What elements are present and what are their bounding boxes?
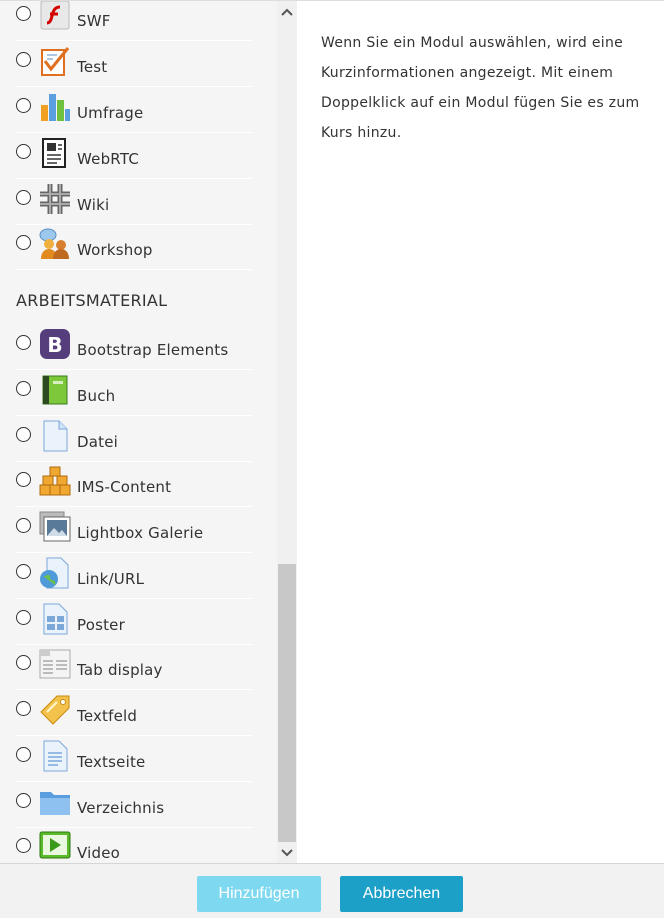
module-list-pane: SWF Test Umfrage WebRTC Wiki Workshop AR… [0, 1, 297, 864]
scrollbar-thumb[interactable] [278, 564, 296, 842]
option-wiki[interactable]: Wiki [15, 179, 253, 225]
chevron-down-icon [281, 849, 293, 857]
module-list: SWF Test Umfrage WebRTC Wiki Workshop AR… [0, 1, 277, 864]
bar-chart-icon [39, 91, 71, 123]
option-workshop[interactable]: Workshop [15, 224, 253, 270]
option-label: Lightbox Galerie [77, 524, 204, 542]
page-icon [39, 740, 71, 772]
video-play-icon [39, 831, 71, 863]
option-link-url[interactable]: Link/URL [15, 553, 253, 599]
label-tag-icon [39, 694, 71, 726]
radio-button[interactable] [16, 98, 31, 113]
image-gallery-icon [39, 511, 71, 543]
option-label: Textseite [77, 753, 146, 771]
option-datei[interactable]: Datei [15, 416, 253, 462]
option-label: IMS-Content [77, 478, 172, 496]
svg-text:B: B [47, 333, 62, 357]
activity-chooser: SWF Test Umfrage WebRTC Wiki Workshop AR… [0, 0, 664, 864]
globe-link-icon [39, 557, 71, 589]
chevron-up-icon [281, 8, 293, 16]
radio-button[interactable] [16, 190, 31, 205]
option-label: Bootstrap Elements [77, 341, 229, 359]
section-title-resources: ARBEITSMATERIAL [16, 291, 168, 310]
poster-icon [39, 603, 71, 635]
option-verzeichnis[interactable]: Verzeichnis [15, 782, 253, 828]
option-label: Wiki [77, 196, 110, 214]
option-test[interactable]: Test [15, 41, 253, 87]
radio-button[interactable] [16, 235, 31, 250]
radio-button[interactable] [16, 564, 31, 579]
option-buch[interactable]: Buch [15, 370, 253, 416]
option-video[interactable]: Video [15, 827, 253, 864]
radio-button[interactable] [16, 655, 31, 670]
option-label: Video [77, 844, 121, 862]
radio-button[interactable] [16, 747, 31, 762]
option-textfeld[interactable]: Textfeld [15, 690, 253, 736]
option-ims-content[interactable]: IMS-Content [15, 461, 253, 507]
document-icon [39, 137, 71, 169]
module-info-text: Wenn Sie ein Modul auswählen, wird eine … [321, 35, 640, 141]
option-label: Test [77, 58, 108, 76]
cancel-button[interactable]: Abbrechen [340, 876, 463, 912]
option-umfrage[interactable]: Umfrage [15, 87, 253, 133]
option-textseite[interactable]: Textseite [15, 736, 253, 782]
bootstrap-icon: B [39, 328, 71, 360]
option-poster[interactable]: Poster [15, 599, 253, 645]
boxes-icon [39, 465, 71, 497]
module-list-scrollbar[interactable] [277, 1, 297, 864]
option-label: WebRTC [77, 150, 139, 168]
add-button[interactable]: Hinzufügen [197, 876, 321, 912]
option-label: Datei [77, 433, 119, 451]
option-label: Link/URL [77, 570, 145, 588]
option-lightbox-galerie[interactable]: Lightbox Galerie [15, 507, 253, 553]
radio-button[interactable] [16, 838, 31, 853]
radio-button[interactable] [16, 6, 31, 21]
option-label: Verzeichnis [77, 799, 165, 817]
people-icon [39, 228, 71, 260]
book-icon [39, 374, 71, 406]
module-info-pane: Wenn Sie ein Modul auswählen, wird eine … [297, 1, 664, 864]
radio-button[interactable] [16, 472, 31, 487]
option-label: Tab display [77, 661, 163, 679]
radio-button[interactable] [16, 610, 31, 625]
option-bootstrap-elements[interactable]: B Bootstrap Elements [15, 324, 253, 370]
option-tab-display[interactable]: Tab display [15, 644, 253, 690]
tab-display-icon [39, 648, 71, 680]
option-webrtc[interactable]: WebRTC [15, 133, 253, 179]
dialog-footer: Hinzufügen Abbrechen [0, 863, 664, 918]
radio-button[interactable] [16, 701, 31, 716]
folder-icon [39, 786, 71, 818]
flash-icon [39, 1, 71, 31]
radio-button[interactable] [16, 381, 31, 396]
scroll-down-button[interactable] [277, 843, 297, 863]
wiki-icon [39, 183, 71, 215]
radio-button[interactable] [16, 518, 31, 533]
scroll-up-button[interactable] [277, 2, 297, 22]
radio-button[interactable] [16, 793, 31, 808]
option-label: Workshop [77, 241, 153, 259]
option-label: Textfeld [77, 707, 138, 725]
radio-button[interactable] [16, 335, 31, 350]
option-swf[interactable]: SWF [15, 1, 253, 41]
radio-button[interactable] [16, 144, 31, 159]
file-icon [39, 420, 71, 452]
radio-button[interactable] [16, 52, 31, 67]
option-label: SWF [77, 12, 111, 30]
option-label: Poster [77, 616, 125, 634]
quiz-icon [39, 45, 71, 77]
radio-button[interactable] [16, 427, 31, 442]
option-label: Buch [77, 387, 116, 405]
option-label: Umfrage [77, 104, 144, 122]
